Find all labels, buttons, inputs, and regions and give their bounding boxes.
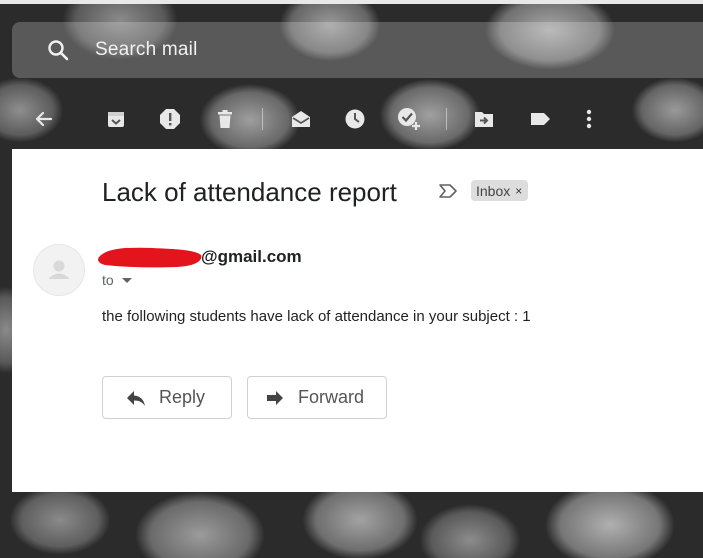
search-input[interactable]: Search mail	[95, 39, 198, 61]
redaction-mark	[98, 247, 202, 268]
search-bar[interactable]: Search mail	[12, 22, 703, 78]
email-subject: Lack of attendance report	[102, 177, 397, 207]
label-chip-text: Inbox	[476, 182, 511, 199]
forward-button[interactable]: Forward	[247, 376, 387, 419]
label-chip-inbox: Inbox ×	[471, 180, 529, 201]
labels-icon[interactable]	[527, 106, 553, 132]
message-toolbar	[0, 100, 703, 140]
forward-icon	[264, 387, 286, 409]
more-options-icon[interactable]	[576, 106, 602, 132]
snooze-icon[interactable]	[342, 106, 368, 132]
toolbar-divider	[446, 108, 447, 130]
reply-icon	[125, 387, 147, 409]
email-body: the following students have lack of atte…	[102, 308, 531, 325]
delete-icon[interactable]	[212, 106, 238, 132]
add-to-tasks-icon[interactable]	[396, 106, 422, 132]
sender-email[interactable]: @gmail.com	[201, 247, 302, 267]
to-label: to	[102, 272, 114, 288]
report-spam-icon[interactable]	[157, 106, 183, 132]
archive-icon[interactable]	[103, 106, 129, 132]
toolbar-divider	[262, 108, 263, 130]
recipient-details[interactable]: to	[102, 272, 132, 288]
reply-label: Reply	[159, 387, 206, 407]
forward-label: Forward	[298, 387, 365, 407]
sender-avatar[interactable]	[33, 244, 85, 296]
back-arrow-icon[interactable]	[31, 106, 57, 132]
reply-button[interactable]: Reply	[102, 376, 232, 419]
move-to-icon[interactable]	[471, 106, 497, 132]
browser-top-edge	[0, 0, 703, 4]
search-icon[interactable]	[46, 38, 70, 62]
mark-unread-icon[interactable]	[288, 106, 314, 132]
default-avatar-icon	[49, 260, 69, 279]
importance-marker-icon[interactable]	[438, 183, 458, 199]
remove-label-button[interactable]: ×	[515, 184, 522, 198]
chevron-down-icon[interactable]	[121, 278, 132, 283]
